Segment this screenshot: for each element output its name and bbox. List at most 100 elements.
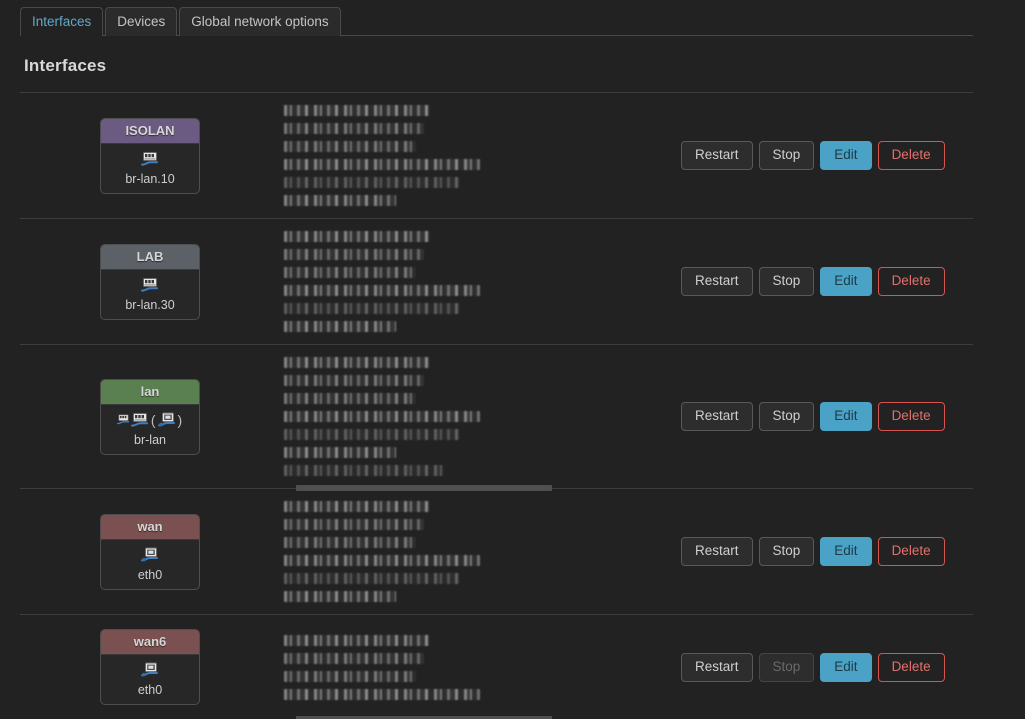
stop-button[interactable]: Stop [759,267,815,296]
redacted-detail-line [284,375,424,386]
interface-badge-cell: ISOLAN br-lan.10 [20,93,276,218]
interface-zone-name: lan [101,380,199,405]
stop-button: Stop [759,653,815,682]
bridge-device-icon [141,277,159,293]
redacted-detail-line [284,689,480,700]
redacted-detail-line [284,249,424,260]
interface-actions: RestartStopEditDelete [681,345,973,488]
interface-row: wan6eth0 RestartStopEditDelete [20,615,973,719]
interface-zone-name: wan [101,515,199,540]
interface-card[interactable]: wan6eth0 [100,629,200,705]
interface-device-name: eth0 [103,565,197,582]
interface-details [276,93,681,218]
edit-button[interactable]: Edit [820,537,871,566]
paren-open: ( [150,413,157,427]
redacted-detail-line [284,321,396,332]
redacted-detail-line [284,591,396,602]
edit-button[interactable]: Edit [820,141,871,170]
interface-card[interactable]: wan eth0 [100,514,200,590]
interface-device-icons: () [103,410,197,430]
interface-details [276,345,681,488]
bridge-device-icon [117,413,130,426]
delete-button[interactable]: Delete [878,402,945,431]
redacted-detail-line [284,267,416,278]
interface-row: ISOLAN br-lan.10 RestartStopEditDelete [20,93,973,218]
page-content: Interfaces ISOLANbr-lan.10RestartStopEdi… [20,36,973,719]
interface-card-body: br-lan.10 [101,144,199,193]
delete-button[interactable]: Delete [878,267,945,296]
redacted-detail-line [284,285,480,296]
redacted-detail-line [284,393,416,404]
restart-button[interactable]: Restart [681,141,753,170]
delete-button[interactable]: Delete [878,653,945,682]
interface-badge-cell: lan()br-lan [20,345,276,488]
interface-card-body: br-lan.30 [101,270,199,319]
interface-card[interactable]: ISOLAN br-lan.10 [100,118,200,194]
redacted-detail-line [284,141,416,152]
interface-badge-cell: LAB br-lan.30 [20,219,276,344]
interface-device-icons [103,149,197,169]
restart-button[interactable]: Restart [681,267,753,296]
ethernet-device-icon [141,662,159,678]
stop-button[interactable]: Stop [759,537,815,566]
redacted-detail-line [284,195,396,206]
redacted-detail-line [284,123,424,134]
interface-zone-name: wan6 [101,630,199,655]
redacted-detail-line [284,465,444,476]
interface-details [276,489,681,614]
redacted-detail-line [284,519,424,530]
redacted-detail-line [284,429,460,440]
redacted-detail-line [284,411,480,422]
stop-button[interactable]: Stop [759,402,815,431]
interface-row: lan()br-lanRestartStopEditDelete [20,345,973,488]
edit-button[interactable]: Edit [820,653,871,682]
redacted-detail-line [284,653,424,664]
edit-button[interactable]: Edit [820,267,871,296]
interface-device-name: br-lan.10 [103,169,197,186]
redacted-detail-line [284,501,430,512]
restart-button[interactable]: Restart [681,537,753,566]
delete-button[interactable]: Delete [878,141,945,170]
paren-close: ) [177,413,184,427]
interface-card[interactable]: LAB br-lan.30 [100,244,200,320]
interface-device-name: br-lan [103,430,197,447]
restart-button[interactable]: Restart [681,653,753,682]
redacted-detail-line [284,231,430,242]
interface-card[interactable]: lan()br-lan [100,379,200,455]
interface-badge-cell: wan6eth0 [20,615,276,719]
interface-details [276,219,681,344]
bridge-device-icon [131,412,149,428]
ethernet-device-icon [158,412,176,428]
redacted-detail-line [284,573,460,584]
restart-button[interactable]: Restart [681,402,753,431]
interface-details [276,615,681,719]
ethernet-device-icon [141,547,159,563]
redacted-detail-line [284,177,460,188]
tab-interfaces[interactable]: Interfaces [20,7,103,36]
redacted-detail-line [284,555,480,566]
interface-zone-name: ISOLAN [101,119,199,144]
redacted-detail-line [284,105,430,116]
tab-bar: InterfacesDevicesGlobal network options [20,0,973,36]
bridge-device-icon [141,151,159,167]
tab-global-network-options[interactable]: Global network options [179,7,340,36]
page-title: Interfaces [20,56,973,92]
edit-button[interactable]: Edit [820,402,871,431]
interface-device-name: br-lan.30 [103,295,197,312]
interface-card-body: ()br-lan [101,405,199,454]
tab-devices[interactable]: Devices [105,7,177,36]
redacted-detail-line [284,159,480,170]
interface-device-icons [103,275,197,295]
interface-actions: RestartStopEditDelete [681,615,973,719]
redacted-detail-line [284,447,396,458]
interface-device-icons [103,545,197,565]
interface-row: LAB br-lan.30 RestartStopEditDelete [20,219,973,344]
interface-zone-name: LAB [101,245,199,270]
interface-device-icons [103,660,197,680]
stop-button[interactable]: Stop [759,141,815,170]
interface-card-body: eth0 [101,540,199,589]
delete-button[interactable]: Delete [878,537,945,566]
redacted-detail-line [284,635,430,646]
interface-list: ISOLANbr-lan.10RestartStopEditDeleteLABb… [20,93,973,719]
interface-actions: RestartStopEditDelete [681,93,973,218]
